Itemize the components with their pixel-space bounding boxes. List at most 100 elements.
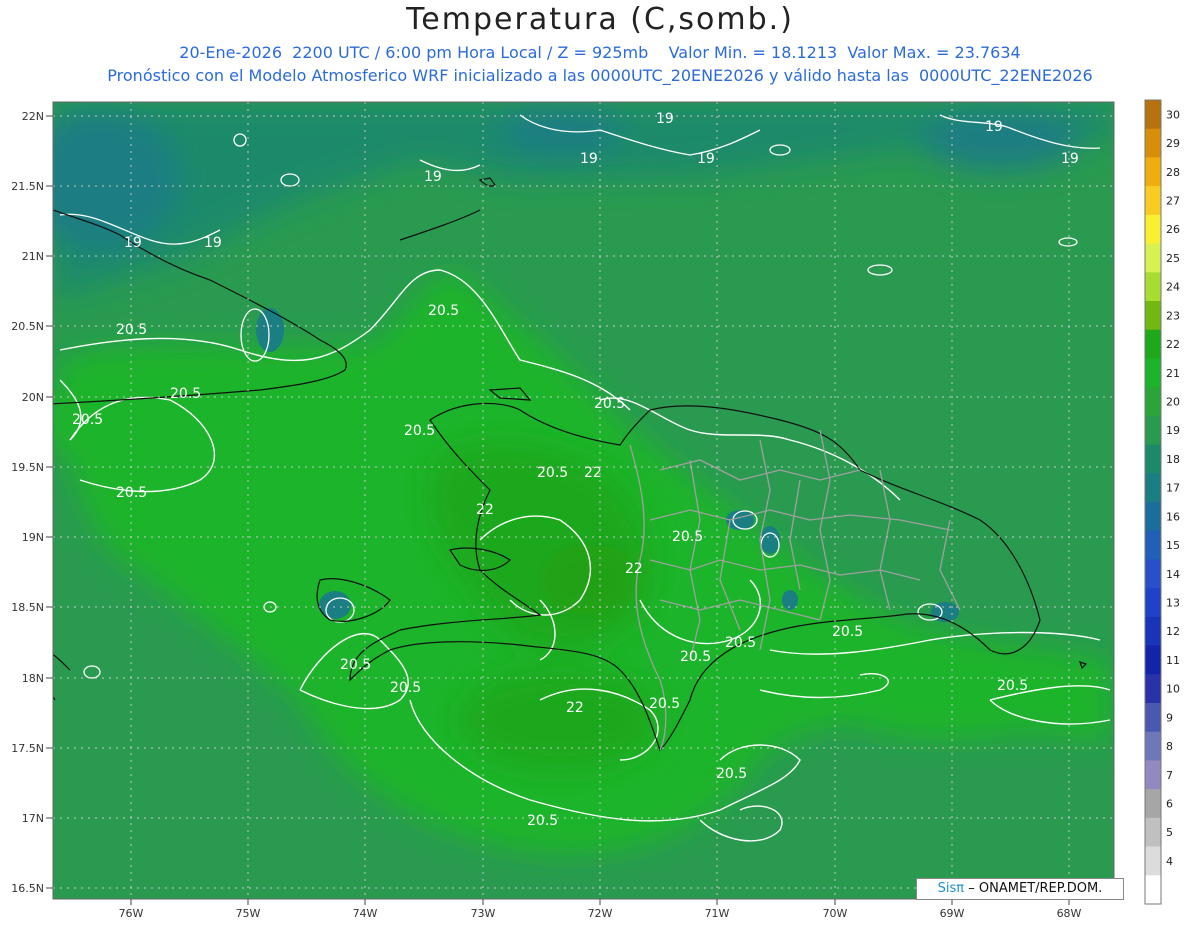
colorbar-swatch (1145, 674, 1161, 704)
colorbar-swatch (1145, 530, 1161, 560)
lat-tick-label: 20.5N (11, 320, 44, 333)
contour-label-22: 22 (566, 700, 584, 716)
colorbar-swatch (1145, 559, 1161, 589)
lat-tick-label: 19N (22, 531, 44, 544)
colorbar-label: 30 (1166, 108, 1180, 121)
contour-label-20-5: 20.5 (716, 766, 747, 782)
latitude-axis: 22N 21.5N 21N 20.5N 20N 19.5N 19N 18.5N … (11, 110, 44, 895)
lon-tick-label: 69W (940, 907, 965, 920)
colorbar-swatch (1145, 473, 1161, 503)
colorbar-label: 18 (1166, 453, 1180, 466)
colorbar-label: 10 (1166, 683, 1180, 696)
colorbar-label: 21 (1166, 367, 1180, 380)
longitude-axis: 76W 75W 74W 73W 72W 71W 70W 69W 68W (119, 907, 1082, 920)
contour-label-19: 19 (424, 169, 442, 185)
colorbar-swatch (1145, 157, 1161, 187)
contour-label-20-5: 20.5 (340, 657, 371, 673)
colorbar-swatch (1145, 760, 1161, 790)
contour-label-20-5: 20.5 (390, 680, 421, 696)
colorbar-swatch (1145, 817, 1161, 848)
colorbar-label: 5 (1166, 826, 1173, 839)
lat-tick-label: 17.5N (11, 742, 44, 755)
plot-area: 19 19 19 19 19 19 19 19 20.5 20.5 20.5 2… (53, 102, 1114, 899)
colorbar-label: 26 (1166, 223, 1180, 236)
colorbar-swatch (1145, 214, 1161, 245)
colorbar-label: 29 (1166, 137, 1180, 150)
credit-text: – ONAMET/REP.DOM. (968, 881, 1103, 896)
colorbar-label: 12 (1166, 625, 1180, 638)
colorbar-label: 27 (1166, 195, 1180, 208)
lon-tick-label: 70W (823, 907, 848, 920)
lon-tick-label: 71W (705, 907, 730, 920)
colorbar-label: 13 (1166, 597, 1180, 610)
colorbar-swatch (1145, 415, 1161, 446)
credit-box: Sisπ – ONAMET/REP.DOM. (916, 878, 1124, 900)
temperature-map: 19 19 19 19 19 19 19 19 20.5 20.5 20.5 2… (11, 99, 1180, 920)
colorbar-swatch (1145, 444, 1161, 474)
colorbar-swatch (1145, 789, 1161, 819)
colorbar-label: 16 (1166, 510, 1180, 523)
colorbar-label: 28 (1166, 166, 1180, 179)
colorbar-label: 8 (1166, 740, 1173, 753)
lat-ticks (46, 115, 53, 889)
colorbar-label: 23 (1166, 309, 1180, 322)
lon-tick-label: 72W (588, 907, 613, 920)
contour-label-20-5: 20.5 (72, 412, 103, 428)
colorbar-swatch (1145, 387, 1161, 417)
colorbar-label: 4 (1166, 855, 1173, 868)
colorbar-swatch (1145, 301, 1161, 331)
contour-label-19: 19 (1061, 151, 1079, 167)
contour-label-19: 19 (580, 151, 598, 167)
contour-label-20-5: 20.5 (404, 423, 435, 439)
lon-tick-label: 73W (471, 907, 496, 920)
colorbar-swatch (1145, 329, 1161, 359)
lat-tick-label: 16.5N (11, 882, 44, 895)
colorbar-label: 17 (1166, 482, 1180, 495)
contour-label-19: 19 (697, 151, 715, 167)
colorbar-swatch (1145, 703, 1161, 733)
contour-label-20-5: 20.5 (527, 813, 558, 829)
colorbar-label: 22 (1166, 338, 1180, 351)
contour-label-22: 22 (625, 561, 643, 577)
contour-label-20-5: 20.5 (997, 678, 1028, 694)
contour-label-19: 19 (204, 235, 222, 251)
colorbar-swatch (1145, 100, 1161, 130)
contour-label-19: 19 (985, 119, 1003, 135)
colorbar-swatch (1145, 186, 1161, 216)
lat-tick-label: 17N (22, 812, 44, 825)
lon-tick-label: 76W (119, 907, 144, 920)
colorbar-swatch (1145, 645, 1161, 675)
colorbar-swatch (1145, 731, 1161, 761)
contour-label-19: 19 (124, 235, 142, 251)
lon-tick-label: 74W (353, 907, 378, 920)
colorbar-swatch (1145, 272, 1161, 302)
contour-label-22: 22 (476, 502, 494, 518)
lon-tick-label: 75W (236, 907, 261, 920)
lat-tick-label: 19.5N (11, 461, 44, 474)
colorbar-swatch (1145, 875, 1161, 905)
contour-label-20-5: 20.5 (537, 465, 568, 481)
contour-label-20-5: 20.5 (680, 649, 711, 665)
lat-tick-label: 21.5N (11, 180, 44, 193)
sispi-logo: Sisπ (937, 881, 965, 896)
colorbar-label: 7 (1166, 769, 1173, 782)
colorbar-swatch (1145, 502, 1161, 532)
colorbar-swatch (1145, 243, 1161, 273)
colorbar: 30 29 28 27 26 25 24 23 22 21 20 19 18 17 16 15 14 13 12 11… (1144, 99, 1180, 905)
lat-tick-label: 20N (22, 391, 44, 404)
colorbar-swatch (1145, 616, 1161, 647)
contour-label-20-5: 20.5 (116, 485, 147, 501)
contour-label-20-5: 20.5 (672, 529, 703, 545)
colorbar-label: 14 (1166, 568, 1180, 581)
contour-label-20-5: 20.5 (725, 635, 756, 651)
lat-tick-label: 18.5N (11, 601, 44, 614)
colorbar-swatch (1145, 358, 1161, 388)
colorbar-label: 11 (1166, 654, 1180, 667)
colorbar-label: 25 (1166, 252, 1180, 265)
contour-label-20-5: 20.5 (170, 386, 201, 402)
colorbar-label: 24 (1166, 281, 1180, 294)
colorbar-label: 6 (1166, 798, 1173, 811)
colorbar-label: 20 (1166, 396, 1180, 409)
colorbar-swatch (1145, 128, 1161, 158)
lat-tick-label: 22N (22, 110, 44, 123)
